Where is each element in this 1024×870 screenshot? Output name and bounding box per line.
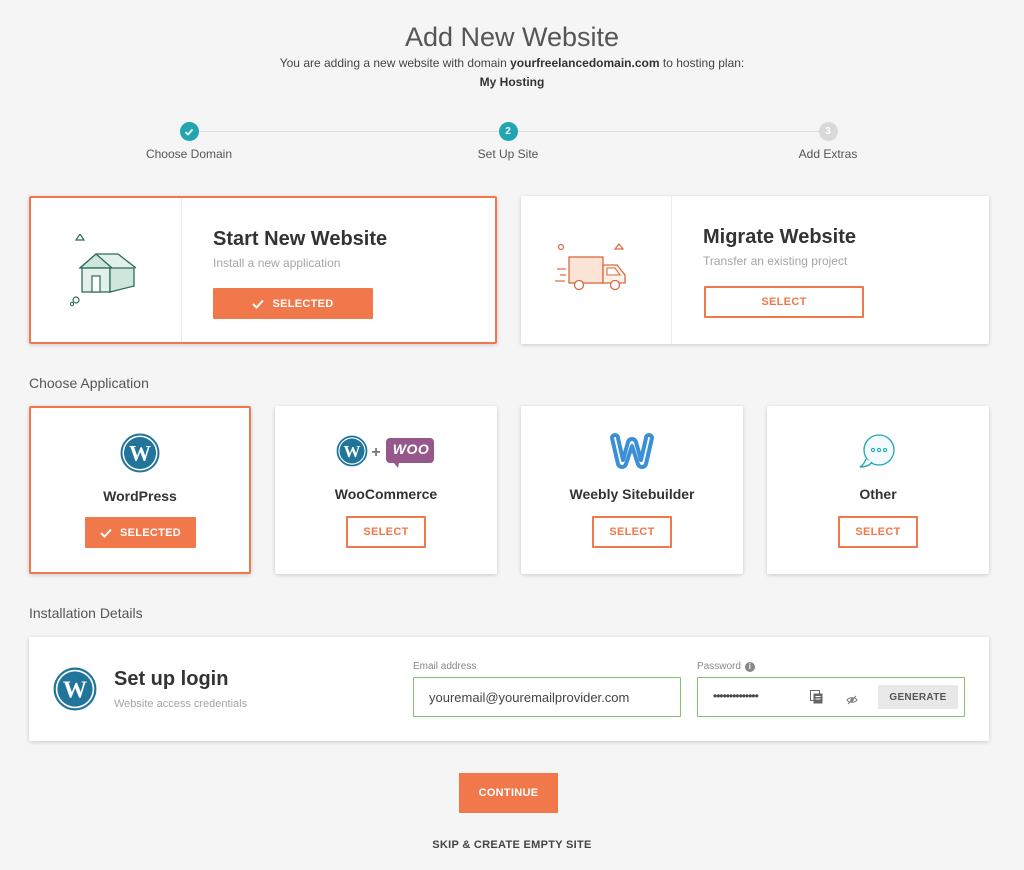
button-label: SELECTED (272, 297, 334, 310)
woo-badge-text: WOO (392, 441, 430, 457)
other-select-button[interactable]: SELECT (838, 516, 918, 548)
chat-bubble-icon (767, 430, 989, 472)
step-choose-domain: Choose Domain (109, 122, 269, 161)
wordpress-icon: W (31, 432, 249, 474)
installation-card: W Set up login Website access credential… (29, 637, 989, 741)
check-icon (100, 528, 112, 538)
app-card-wordpress[interactable]: W WordPress SELECTED (29, 406, 251, 574)
card-description: Transfer an existing project (703, 254, 848, 268)
check-icon (252, 299, 265, 309)
page-title: Add New Website (404, 22, 620, 52)
svg-text:W: W (129, 441, 151, 466)
email-field[interactable]: youremail@youremailprovider.com (413, 677, 681, 717)
step-done-icon (179, 122, 199, 141)
continue-button[interactable]: CONTINUE (459, 773, 558, 813)
skip-create-empty-site-link: SKIP & CREATE EMPTY SITE (0, 839, 1024, 851)
password-value: •••••••••••••• (713, 689, 759, 703)
password-field[interactable]: •••••••••••••• GENERATE (697, 677, 965, 717)
svg-text:+: + (371, 444, 380, 461)
installation-details-label: Installation Details (29, 605, 143, 621)
weebly-select-button[interactable]: SELECT (592, 516, 672, 548)
email-label: Email address (413, 661, 476, 672)
show-password-icon[interactable] (846, 692, 858, 710)
skip-link-text[interactable]: SKIP & CREATE EMPTY SITE (432, 839, 591, 851)
app-card-woocommerce[interactable]: W + WOO WooCommerce SELECT (275, 406, 497, 574)
card-divider (181, 198, 182, 342)
setup-login-description: Website access credentials (114, 698, 248, 710)
step-label: Add Extras (798, 147, 858, 161)
svg-text:W: W (344, 442, 361, 461)
start-new-selected-button[interactable]: SELECTED (213, 288, 373, 319)
house-icon (31, 198, 181, 342)
subtitle-prefix: You are adding a new website with domain (279, 56, 507, 70)
app-name: WooCommerce (334, 486, 438, 502)
start-new-website-card[interactable]: Start New Website Install a new applicat… (29, 196, 497, 344)
email-label-text: Email address (413, 661, 477, 672)
info-icon[interactable]: i (744, 661, 755, 672)
hosting-plan-name: My Hosting (479, 75, 545, 89)
choose-application-label: Choose Application (29, 375, 149, 391)
domain-name: yourfreelancedomain.com (510, 56, 660, 70)
svg-text:W: W (63, 676, 87, 703)
step-number: 2 (498, 122, 518, 141)
card-title: Migrate Website (703, 226, 856, 248)
setup-login-title: Set up login (114, 668, 229, 690)
step-number: 3 (818, 122, 838, 141)
step-label: Set Up Site (477, 147, 539, 161)
email-value: youremail@youremailprovider.com (429, 690, 630, 705)
generate-password-button[interactable]: GENERATE (878, 685, 958, 709)
app-name: Weebly Sitebuilder (569, 486, 695, 502)
subtitle-suffix: to hosting plan: (662, 56, 745, 70)
page-subtitle: You are adding a new website with domain… (0, 56, 1024, 70)
button-label: SELECTED (119, 526, 182, 539)
password-label-text: Password (697, 661, 741, 672)
wordpress-icon: W (53, 667, 97, 716)
app-card-other[interactable]: Other SELECT (767, 406, 989, 574)
app-name: Other (859, 486, 897, 502)
migrate-website-card[interactable]: Migrate Website Transfer an existing pro… (521, 196, 989, 344)
weebly-icon (521, 430, 743, 472)
woocommerce-icon: W + WOO (275, 430, 497, 472)
step-label: Choose Domain (145, 147, 233, 161)
app-name: WordPress (103, 488, 177, 504)
wordpress-selected-button[interactable]: SELECTED (85, 517, 196, 548)
woocommerce-select-button[interactable]: SELECT (346, 516, 426, 548)
app-card-weebly[interactable]: Weebly Sitebuilder SELECT (521, 406, 743, 574)
step-set-up-site: 2 Set Up Site (428, 122, 588, 161)
copy-password-icon[interactable] (810, 690, 823, 709)
step-add-extras: 3 Add Extras (748, 122, 908, 161)
card-description: Install a new application (213, 256, 341, 270)
password-label: Password i (697, 661, 755, 672)
migrate-select-button[interactable]: SELECT (704, 286, 864, 318)
truck-icon (521, 196, 671, 344)
card-title: Start New Website (213, 228, 388, 250)
card-divider (671, 196, 672, 344)
